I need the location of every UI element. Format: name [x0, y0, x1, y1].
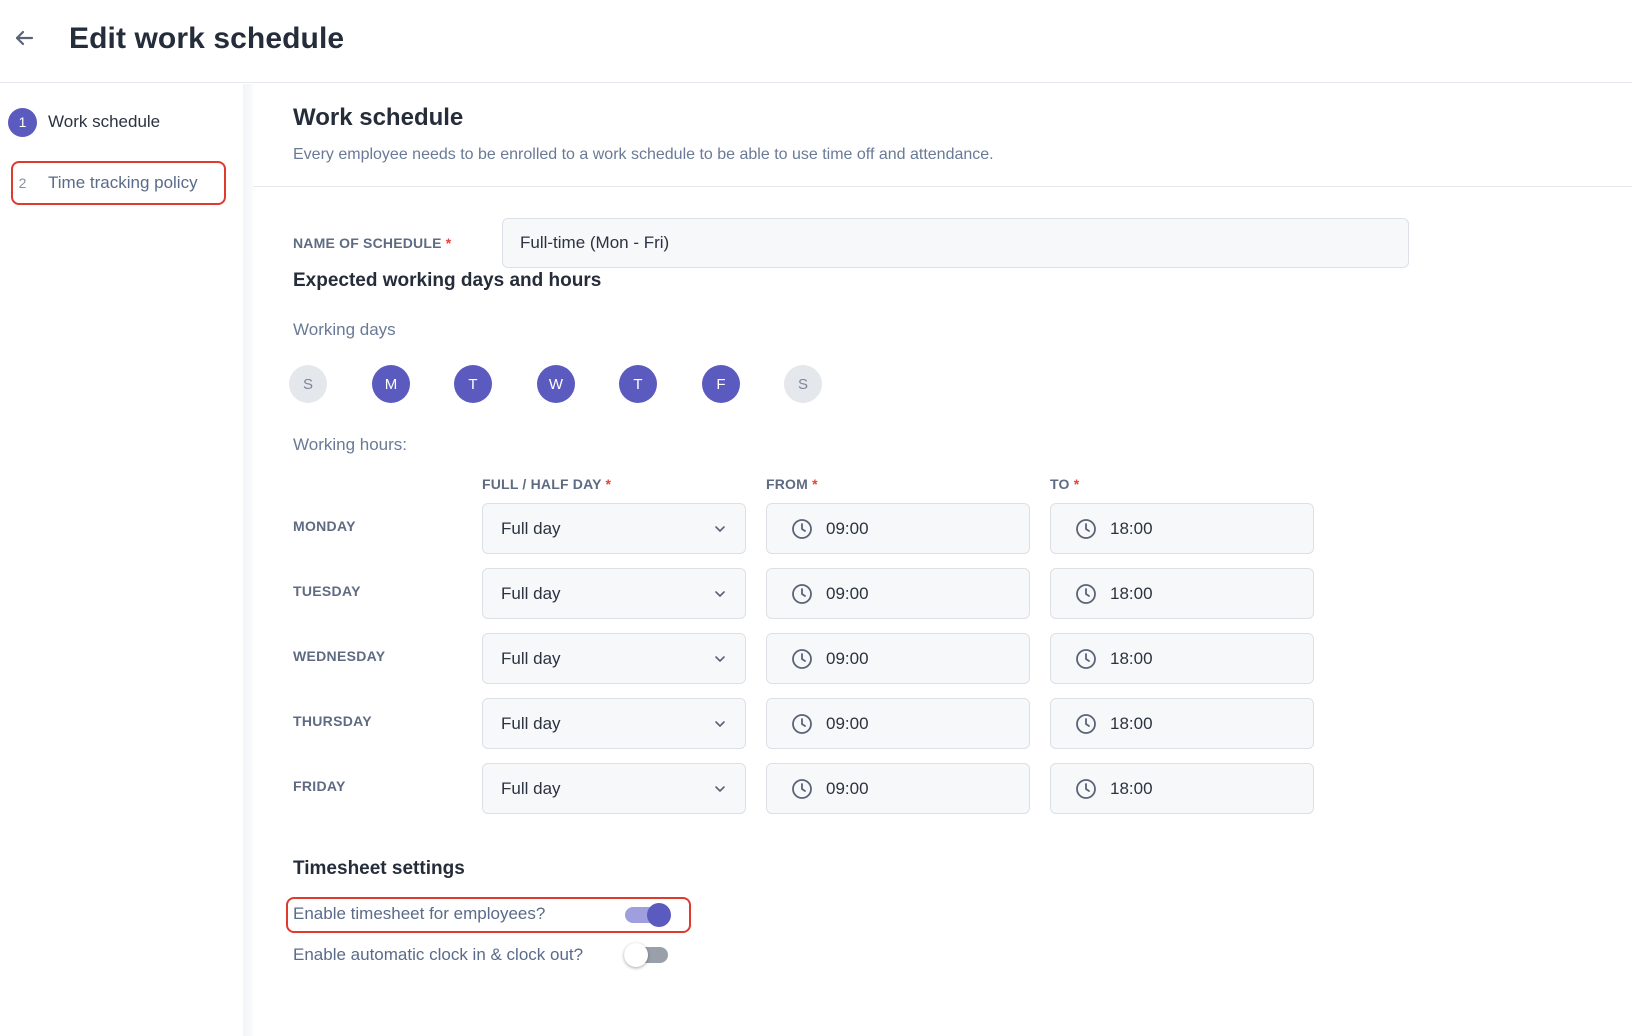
to-time-input-wednesday[interactable]: 18:00	[1050, 633, 1314, 684]
working-hours-label: Working hours:	[293, 435, 408, 454]
auto-clock-label: Enable automatic clock in & clock out?	[293, 945, 584, 964]
day-type-select-monday[interactable]: Full day	[482, 503, 746, 554]
clock-icon	[1076, 648, 1096, 669]
day-toggle-friday[interactable]: F	[702, 365, 740, 403]
clock-icon	[792, 778, 812, 799]
top-bar: Edit work schedule	[0, 0, 1632, 83]
column-header-day-type: FULL / HALF DAY *	[482, 476, 612, 492]
day-type-select-tuesday[interactable]: Full day	[482, 568, 746, 619]
to-time-input-tuesday[interactable]: 18:00	[1050, 568, 1314, 619]
row-label-thursday: THURSDAY	[293, 713, 372, 729]
row-label-wednesday: WEDNESDAY	[293, 648, 386, 664]
divider	[253, 186, 1632, 187]
day-toggle-wednesday[interactable]: W	[537, 365, 575, 403]
chevron-down-icon	[715, 786, 725, 792]
day-type-select-thursday[interactable]: Full day	[482, 698, 746, 749]
day-toggle-tuesday[interactable]: T	[454, 365, 492, 403]
day-toggle-thursday[interactable]: T	[619, 365, 657, 403]
day-type-select-friday[interactable]: Full day	[482, 763, 746, 814]
column-header-from: FROM *	[766, 476, 818, 492]
required-mark: *	[445, 235, 452, 251]
row-label-tuesday: TUESDAY	[293, 583, 361, 599]
arrow-left-icon	[15, 30, 34, 46]
chevron-down-icon	[715, 591, 725, 597]
working-days-label: Working days	[293, 320, 396, 339]
from-time-input-tuesday[interactable]: 09:00	[766, 568, 1030, 619]
from-time-input-friday[interactable]: 09:00	[766, 763, 1030, 814]
expected-heading: Expected working days and hours	[293, 270, 602, 291]
day-toggle-sunday[interactable]: S	[289, 365, 327, 403]
auto-clock-toggle[interactable]	[624, 943, 670, 967]
from-time-input-monday[interactable]: 09:00	[766, 503, 1030, 554]
chevron-down-icon	[715, 526, 725, 532]
clock-icon	[792, 583, 812, 604]
clock-icon	[792, 518, 812, 539]
to-time-input-friday[interactable]: 18:00	[1050, 763, 1314, 814]
row-label-friday: FRIDAY	[293, 778, 346, 794]
highlight-box	[286, 897, 691, 933]
timesheet-settings-heading: Timesheet settings	[293, 858, 465, 879]
clock-icon	[1076, 713, 1096, 734]
highlight-box	[11, 161, 226, 205]
chevron-down-icon	[715, 656, 725, 662]
from-time-input-thursday[interactable]: 09:00	[766, 698, 1030, 749]
day-toggle-monday[interactable]: M	[372, 365, 410, 403]
clock-icon	[1076, 778, 1096, 799]
section-subtitle: Every employee needs to be enrolled to a…	[293, 146, 994, 163]
clock-icon	[1076, 583, 1096, 604]
row-label-monday: MONDAY	[293, 518, 356, 534]
schedule-name-input[interactable]: Full-time (Mon - Fri)	[502, 218, 1409, 268]
back-button[interactable]	[10, 24, 38, 52]
sidebar-step-work-schedule[interactable]: 1 Work schedule	[8, 107, 160, 137]
to-time-input-monday[interactable]: 18:00	[1050, 503, 1314, 554]
sidebar	[0, 84, 253, 1036]
clock-icon	[792, 648, 812, 669]
step-label: Work schedule	[48, 112, 161, 131]
clock-icon	[792, 713, 812, 734]
day-type-select-wednesday[interactable]: Full day	[482, 633, 746, 684]
clock-icon	[1076, 518, 1096, 539]
schedule-name-label: NAME OF SCHEDULE *	[293, 235, 452, 251]
to-time-input-thursday[interactable]: 18:00	[1050, 698, 1314, 749]
toggle-knob	[624, 943, 648, 967]
section-title: Work schedule	[293, 104, 464, 131]
column-header-to: TO *	[1050, 476, 1080, 492]
sidebar-divider	[243, 84, 253, 1036]
from-time-input-wednesday[interactable]: 09:00	[766, 633, 1030, 684]
step-number: 1	[8, 107, 37, 137]
chevron-down-icon	[715, 721, 725, 727]
day-toggle-saturday[interactable]: S	[784, 365, 822, 403]
page-title: Edit work schedule	[69, 22, 345, 55]
